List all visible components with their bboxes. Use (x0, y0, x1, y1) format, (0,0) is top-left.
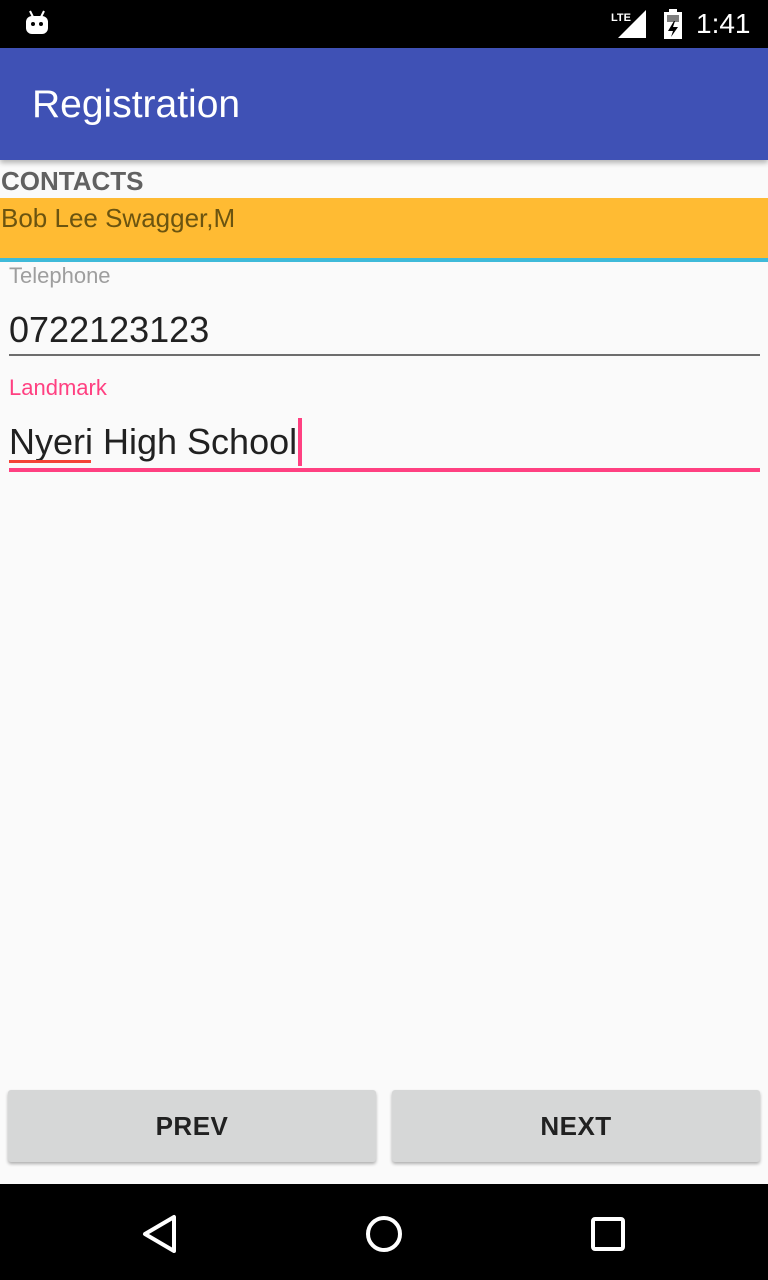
spellcheck-underline (9, 460, 91, 463)
android-debug-icon (26, 10, 48, 34)
landmark-label: Landmark (9, 375, 107, 400)
home-icon[interactable] (364, 1214, 404, 1254)
section-header: CONTACTS (1, 166, 144, 196)
contact-banner: Bob Lee Swagger,M (0, 198, 768, 262)
lte-signal-icon: LTE (611, 10, 646, 38)
status-clock: 1:41 (696, 8, 751, 39)
navigation-bar (0, 1184, 768, 1280)
recents-icon[interactable] (588, 1214, 628, 1254)
landmark-value: Nyeri High School (9, 421, 298, 462)
contact-name: Bob Lee Swagger,M (1, 203, 236, 233)
app-bar: Registration (0, 48, 768, 160)
back-icon[interactable] (140, 1214, 180, 1254)
prev-button[interactable]: PREV (8, 1090, 376, 1162)
battery-icon (664, 9, 682, 39)
next-button[interactable]: NEXT (392, 1090, 760, 1162)
page-title: Registration (32, 83, 241, 126)
text-cursor (298, 418, 303, 466)
network-label: LTE (611, 12, 631, 24)
landmark-field[interactable]: Nyeri High School (9, 418, 760, 472)
telephone-field[interactable] (9, 306, 760, 356)
status-bar: LTE 1:41 (0, 0, 768, 48)
telephone-label: Telephone (9, 263, 111, 288)
